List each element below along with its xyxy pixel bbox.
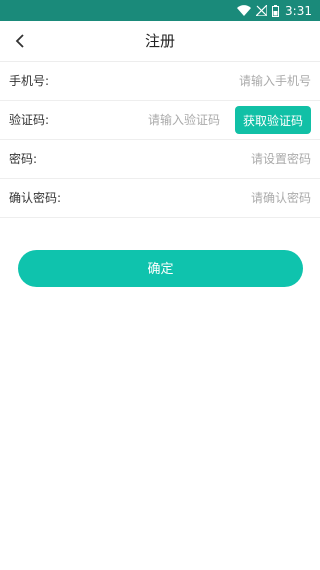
phone-row: 手机号:: [0, 62, 320, 101]
nav-bar: 注册: [0, 21, 320, 62]
code-label: 验证码:: [9, 113, 50, 127]
code-input[interactable]: [90, 107, 220, 133]
phone-input[interactable]: [131, 68, 311, 94]
status-bar: 3:31: [0, 0, 320, 21]
wifi-icon: [237, 5, 252, 16]
code-row: 验证码: 获取验证码: [0, 101, 320, 140]
phone-label: 手机号:: [9, 74, 50, 88]
confirm-password-label: 确认密码:: [9, 191, 62, 205]
status-time: 3:31: [285, 3, 312, 18]
confirm-password-row: 确认密码:: [0, 179, 320, 218]
register-form: 手机号: 验证码: 获取验证码 密码: 确认密码:: [0, 62, 320, 218]
page-title: 注册: [144, 32, 175, 50]
confirm-password-input[interactable]: [131, 185, 311, 211]
password-input[interactable]: [131, 146, 311, 172]
password-label: 密码:: [9, 152, 38, 166]
no-signal-icon: [256, 5, 268, 16]
password-row: 密码:: [0, 140, 320, 179]
battery-icon: [272, 4, 280, 17]
confirm-button[interactable]: 确定: [18, 250, 303, 287]
get-code-button[interactable]: 获取验证码: [235, 106, 311, 134]
